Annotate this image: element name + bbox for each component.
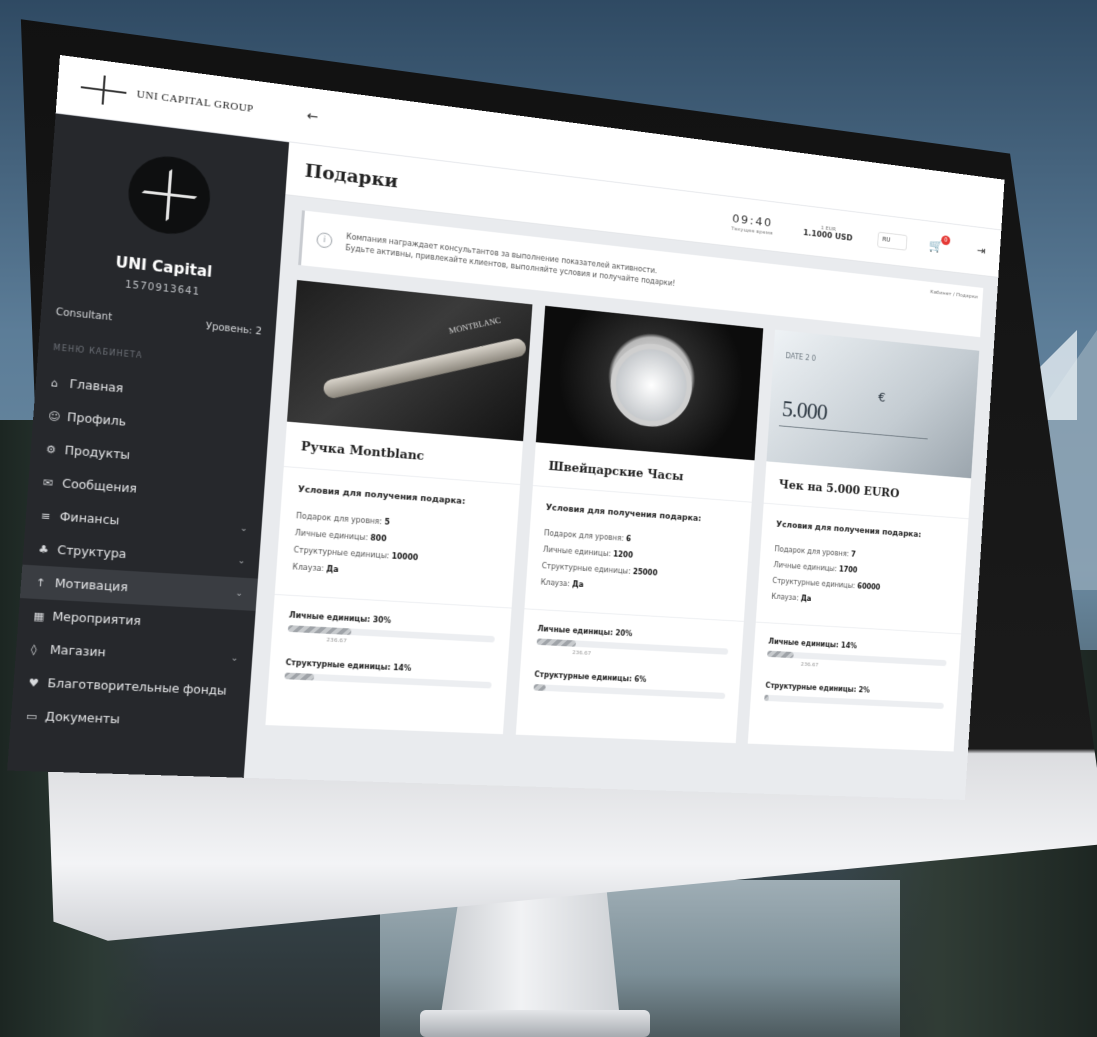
gift-cards: MONTBLANC Ручка Montblanc Условия для по… xyxy=(265,280,980,752)
gift-image-cheque: DATE 2 0 € 5.000 xyxy=(766,329,980,479)
conditions-list: Подарок для уровня: 5 Личные единицы: 80… xyxy=(274,493,518,609)
condition-clause: Клауза: Да xyxy=(540,578,584,589)
sidebar-item-label: Магазин xyxy=(49,642,107,660)
shop-icon: ◊ xyxy=(30,642,38,656)
sidebar-item-label: Мероприятия xyxy=(51,609,142,628)
avatar xyxy=(125,151,213,238)
sidebar-item-label: Документы xyxy=(44,709,121,727)
condition-structural: Структурные единицы: 60000 xyxy=(772,576,881,592)
conditions-list: Подарок для уровня: 6 Личные единицы: 12… xyxy=(524,511,751,622)
home-icon: ⌂ xyxy=(50,375,59,390)
cheque-amount: 5.000 xyxy=(781,395,828,426)
exchange-rate: 1 EUR 1.1000 USD xyxy=(803,223,853,244)
pen-shape xyxy=(321,336,528,400)
brand-logo-icon xyxy=(80,72,128,107)
chevron-down-icon: ⌄ xyxy=(239,523,248,535)
progress-fill xyxy=(287,625,352,636)
progress-section: Личные единицы: 14% 236.67 Структурные е… xyxy=(751,623,961,710)
cart-button[interactable]: 🛒 0 xyxy=(929,234,951,254)
user-meta: Consultant Уровень: 2 xyxy=(41,306,276,339)
progress-fill xyxy=(764,694,769,702)
sidebar-item-label: Благотворительные фонды xyxy=(47,676,228,698)
logout-icon[interactable]: ⇥ xyxy=(977,245,986,259)
messages-icon: ✉ xyxy=(42,475,54,490)
pen-box-logo: MONTBLANC xyxy=(447,315,502,336)
progress-fill xyxy=(284,672,315,681)
main-content: Подарки 09:40 Текущее время 1 EUR 1.1000… xyxy=(243,142,1002,800)
clock: 09:40 Текущее время xyxy=(731,212,774,236)
progress-fill xyxy=(533,684,546,691)
chevron-down-icon: ⌄ xyxy=(237,556,246,567)
notice-text: Компания награждает консультантов за вып… xyxy=(345,231,676,289)
condition-clause: Клауза: Да xyxy=(771,592,812,603)
cart-badge: 0 xyxy=(941,234,951,246)
progress-fill xyxy=(536,638,577,647)
info-icon: i xyxy=(316,231,333,249)
sidebar: UNI Capital 1570913641 Consultant Уровен… xyxy=(7,113,290,778)
chevron-down-icon: ⌄ xyxy=(230,653,239,664)
sidebar-item-label: Финансы xyxy=(59,509,120,528)
sidebar-item-label: Структура xyxy=(56,543,127,562)
finance-icon: ≡ xyxy=(40,509,52,523)
charity-icon: ♥ xyxy=(28,675,40,690)
gift-card: Швейцарские Часы Условия для получения п… xyxy=(515,305,764,744)
cheque-date: DATE 2 0 xyxy=(785,351,817,363)
gift-card: DATE 2 0 € 5.000 Чек на 5.000 EURO Услов… xyxy=(748,329,980,752)
gift-image-pen: MONTBLANC xyxy=(286,280,533,442)
user-level: Уровень: 2 xyxy=(205,321,263,338)
cheque-currency: € xyxy=(877,390,887,406)
collapse-sidebar-icon[interactable]: ← xyxy=(306,108,319,124)
user-role: Consultant xyxy=(55,307,113,324)
progress-fill xyxy=(767,650,794,659)
events-icon: ▦ xyxy=(33,609,45,623)
progress-section: Личные единицы: 20% 236.67 Структурные е… xyxy=(519,609,745,700)
products-icon: ⚙ xyxy=(45,442,57,456)
motivation-icon: ↑ xyxy=(35,575,47,590)
gift-card: MONTBLANC Ручка Montblanc Условия для по… xyxy=(265,280,533,735)
progress-section: Личные единицы: 30% 236.67 Структурные е… xyxy=(269,595,512,689)
chevron-down-icon: ⌄ xyxy=(235,588,244,599)
sidebar-menu: ⌂ Главная ☺ Профиль ⚙ Продукты ✉ Сообщен… xyxy=(10,364,272,740)
screen: UNI CAPITAL GROUP ← UNI Capital 15709136… xyxy=(7,55,1005,800)
brand-name: UNI CAPITAL GROUP xyxy=(136,88,255,115)
sidebar-item-label: Мотивация xyxy=(54,576,129,595)
sidebar-item-label: Профиль xyxy=(66,410,127,429)
conditions-list: Подарок для уровня: 7 Личные единицы: 17… xyxy=(756,528,967,635)
language-select[interactable]: RU xyxy=(876,231,908,251)
cheque-line xyxy=(779,425,929,440)
sidebar-item-label: Продукты xyxy=(64,443,131,463)
progress-bar xyxy=(533,684,726,700)
structure-icon: ♣ xyxy=(37,542,50,556)
documents-icon: ▭ xyxy=(25,709,38,723)
sidebar-item-label: Сообщения xyxy=(61,476,138,496)
breadcrumb[interactable]: Кабинет / Подарки xyxy=(930,289,978,300)
watch-dial xyxy=(607,339,695,430)
gift-image-watch xyxy=(535,305,764,461)
profile-icon: ☺ xyxy=(47,409,61,423)
progress-bar xyxy=(764,694,944,710)
condition-clause: Клауза: Да xyxy=(292,562,339,575)
